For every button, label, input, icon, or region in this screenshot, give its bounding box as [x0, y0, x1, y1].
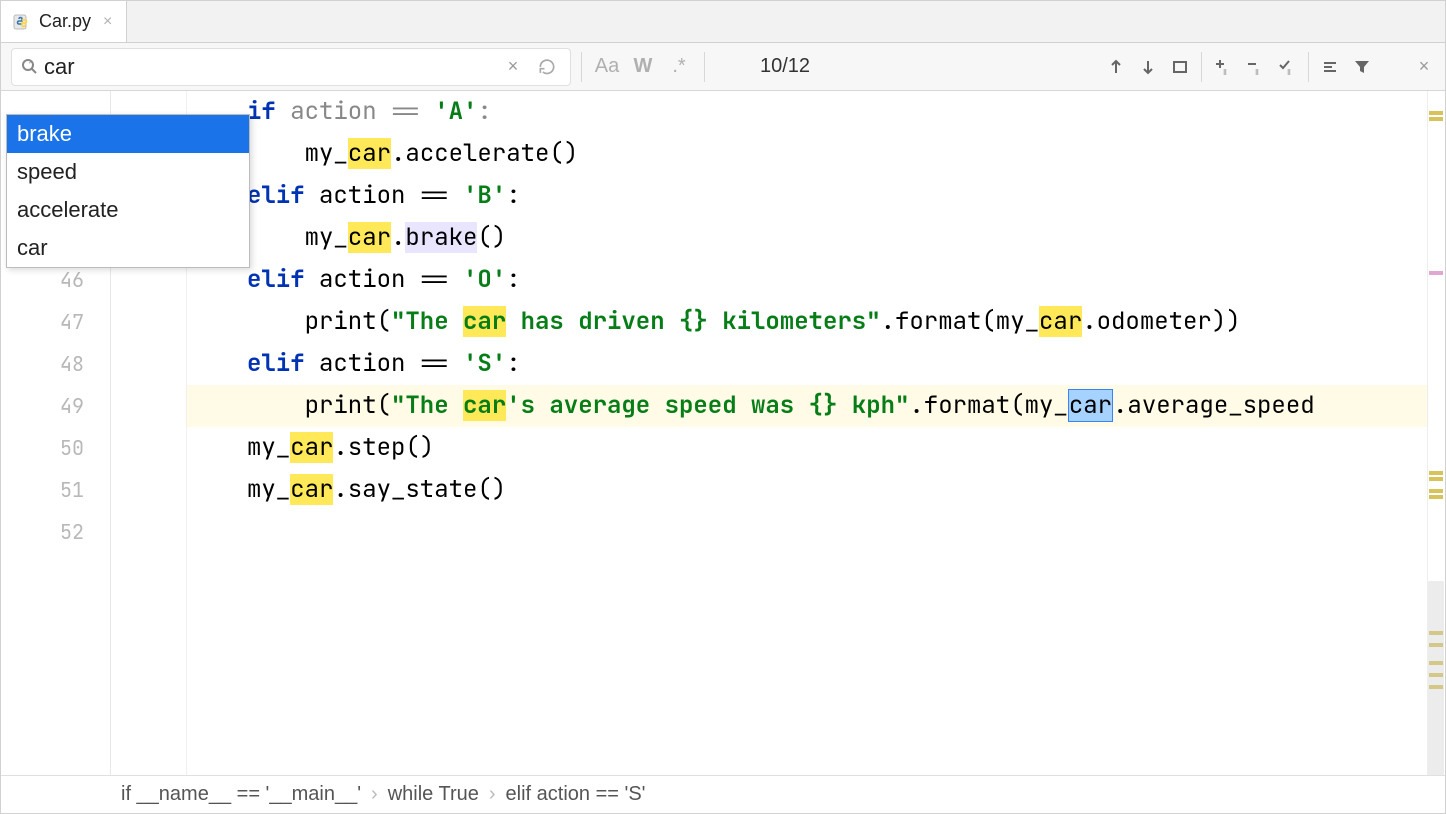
- crumb[interactable]: if __name__ == '__main__': [121, 783, 361, 806]
- search-suggestions: brake speed accelerate car: [6, 114, 250, 268]
- marker-strip[interactable]: [1427, 91, 1445, 775]
- match-case-toggle[interactable]: Aa: [592, 52, 622, 82]
- search-icon[interactable]: [20, 57, 40, 77]
- code-line[interactable]: my_car.accelerate(): [187, 133, 1427, 175]
- svg-text:Ⅱ: Ⅱ: [1255, 68, 1259, 77]
- code-line[interactable]: my_car.say_state(): [187, 469, 1427, 511]
- tab-bar: Car.py ×: [1, 1, 1445, 43]
- divider: [1201, 52, 1202, 82]
- breadcrumb: if __name__ == '__main__' › while True ›…: [1, 775, 1445, 813]
- whole-word-toggle[interactable]: W: [628, 52, 658, 82]
- code-area[interactable]: if action == 'A': my_car.accelerate() el…: [187, 91, 1427, 775]
- svg-text:Ⅱ: Ⅱ: [1287, 68, 1291, 77]
- history-icon[interactable]: [532, 52, 562, 82]
- find-toolbar: × Aa W .* 10/12 Ⅱ Ⅱ Ⅱ ×: [1, 43, 1445, 91]
- line-number: 47: [1, 301, 110, 343]
- marker[interactable]: [1429, 471, 1443, 475]
- show-options-icon[interactable]: [1315, 52, 1345, 82]
- line-number: 52: [1, 511, 110, 553]
- file-tab[interactable]: Car.py ×: [1, 1, 127, 42]
- marker[interactable]: [1429, 117, 1443, 121]
- select-all-occurrences-icon[interactable]: Ⅱ: [1272, 52, 1302, 82]
- divider: [1308, 52, 1309, 82]
- marker[interactable]: [1429, 489, 1443, 493]
- divider: [581, 52, 582, 82]
- clear-search-icon[interactable]: ×: [498, 52, 528, 82]
- close-find-icon[interactable]: ×: [1409, 52, 1439, 82]
- suggestion-item[interactable]: car: [7, 229, 249, 267]
- marker[interactable]: [1429, 495, 1443, 499]
- code-line[interactable]: elif action == 'B':: [187, 175, 1427, 217]
- line-number: 51: [1, 469, 110, 511]
- prev-match-icon[interactable]: [1101, 52, 1131, 82]
- code-line[interactable]: my_car.brake(): [187, 217, 1427, 259]
- code-line[interactable]: print("The car has driven {} kilometers"…: [187, 301, 1427, 343]
- suggestion-item[interactable]: accelerate: [7, 191, 249, 229]
- close-tab-icon[interactable]: ×: [99, 13, 116, 31]
- code-line[interactable]: print("The car's average speed was {} kp…: [187, 385, 1427, 427]
- crumb[interactable]: while True: [388, 783, 479, 806]
- crumb[interactable]: elif action == 'S': [506, 783, 646, 806]
- code-line[interactable]: if action == 'A':: [187, 91, 1427, 133]
- filter-icon[interactable]: [1347, 52, 1377, 82]
- line-number: 50: [1, 427, 110, 469]
- python-file-icon: [13, 13, 31, 31]
- chevron-right-icon: ›: [489, 783, 496, 806]
- chevron-right-icon: ›: [371, 783, 378, 806]
- search-field-container: ×: [11, 48, 571, 86]
- code-line[interactable]: elif action == 'S':: [187, 343, 1427, 385]
- marker[interactable]: [1429, 111, 1443, 115]
- result-count: 10/12: [715, 55, 855, 78]
- add-selection-icon[interactable]: Ⅱ: [1208, 52, 1238, 82]
- regex-toggle[interactable]: .*: [664, 52, 694, 82]
- suggestion-item[interactable]: speed: [7, 153, 249, 191]
- tab-filename: Car.py: [39, 11, 91, 32]
- remove-selection-icon[interactable]: Ⅱ: [1240, 52, 1270, 82]
- code-line[interactable]: elif action == 'O':: [187, 259, 1427, 301]
- svg-text:Ⅱ: Ⅱ: [1223, 68, 1227, 77]
- code-line[interactable]: [187, 511, 1427, 553]
- search-input[interactable]: [44, 54, 494, 80]
- next-match-icon[interactable]: [1133, 52, 1163, 82]
- select-all-icon[interactable]: [1165, 52, 1195, 82]
- line-number: 49: [1, 385, 110, 427]
- line-number: 48: [1, 343, 110, 385]
- divider: [704, 52, 705, 82]
- marker[interactable]: [1429, 271, 1443, 275]
- suggestion-item[interactable]: brake: [7, 115, 249, 153]
- marker[interactable]: [1429, 477, 1443, 481]
- scrollbar-thumb[interactable]: [1428, 581, 1444, 775]
- code-line[interactable]: my_car.step(): [187, 427, 1427, 469]
